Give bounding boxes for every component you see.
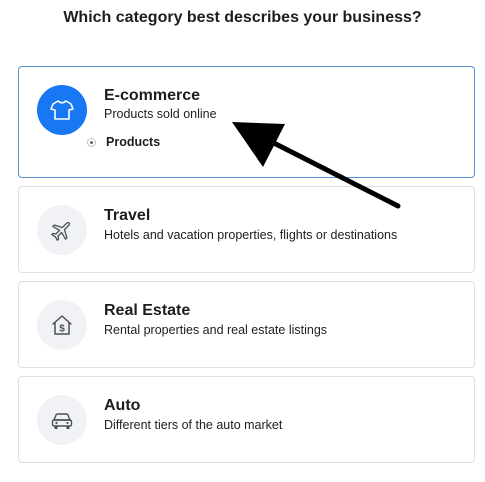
airplane-icon bbox=[37, 205, 87, 255]
car-icon bbox=[37, 395, 87, 445]
page-title: Which category best describes your busin… bbox=[63, 9, 422, 26]
tshirt-icon bbox=[37, 85, 87, 135]
category-card-travel[interactable]: Travel Hotels and vacation properties, f… bbox=[18, 186, 475, 273]
svg-text:$: $ bbox=[59, 324, 65, 335]
category-description: Hotels and vacation properties, flights … bbox=[104, 228, 398, 242]
products-option[interactable]: Products bbox=[87, 135, 160, 149]
category-description: Rental properties and real estate listin… bbox=[104, 323, 328, 337]
category-card-real-estate[interactable]: $ Real Estate Rental properties and real… bbox=[18, 281, 475, 368]
category-name: Real Estate bbox=[104, 302, 191, 319]
products-option-label: Products bbox=[106, 135, 161, 149]
category-name: Travel bbox=[104, 207, 151, 224]
products-radio[interactable] bbox=[87, 137, 96, 147]
category-name: E-commerce bbox=[104, 87, 201, 104]
category-name: Auto bbox=[104, 397, 141, 414]
category-description: Products sold online bbox=[104, 107, 217, 121]
category-description: Different tiers of the auto market bbox=[104, 418, 283, 432]
category-card-ecommerce[interactable]: E-commerce Products sold online Products bbox=[18, 66, 475, 178]
house-dollar-icon: $ bbox=[37, 300, 87, 350]
category-card-auto[interactable]: Auto Different tiers of the auto market bbox=[18, 376, 475, 463]
